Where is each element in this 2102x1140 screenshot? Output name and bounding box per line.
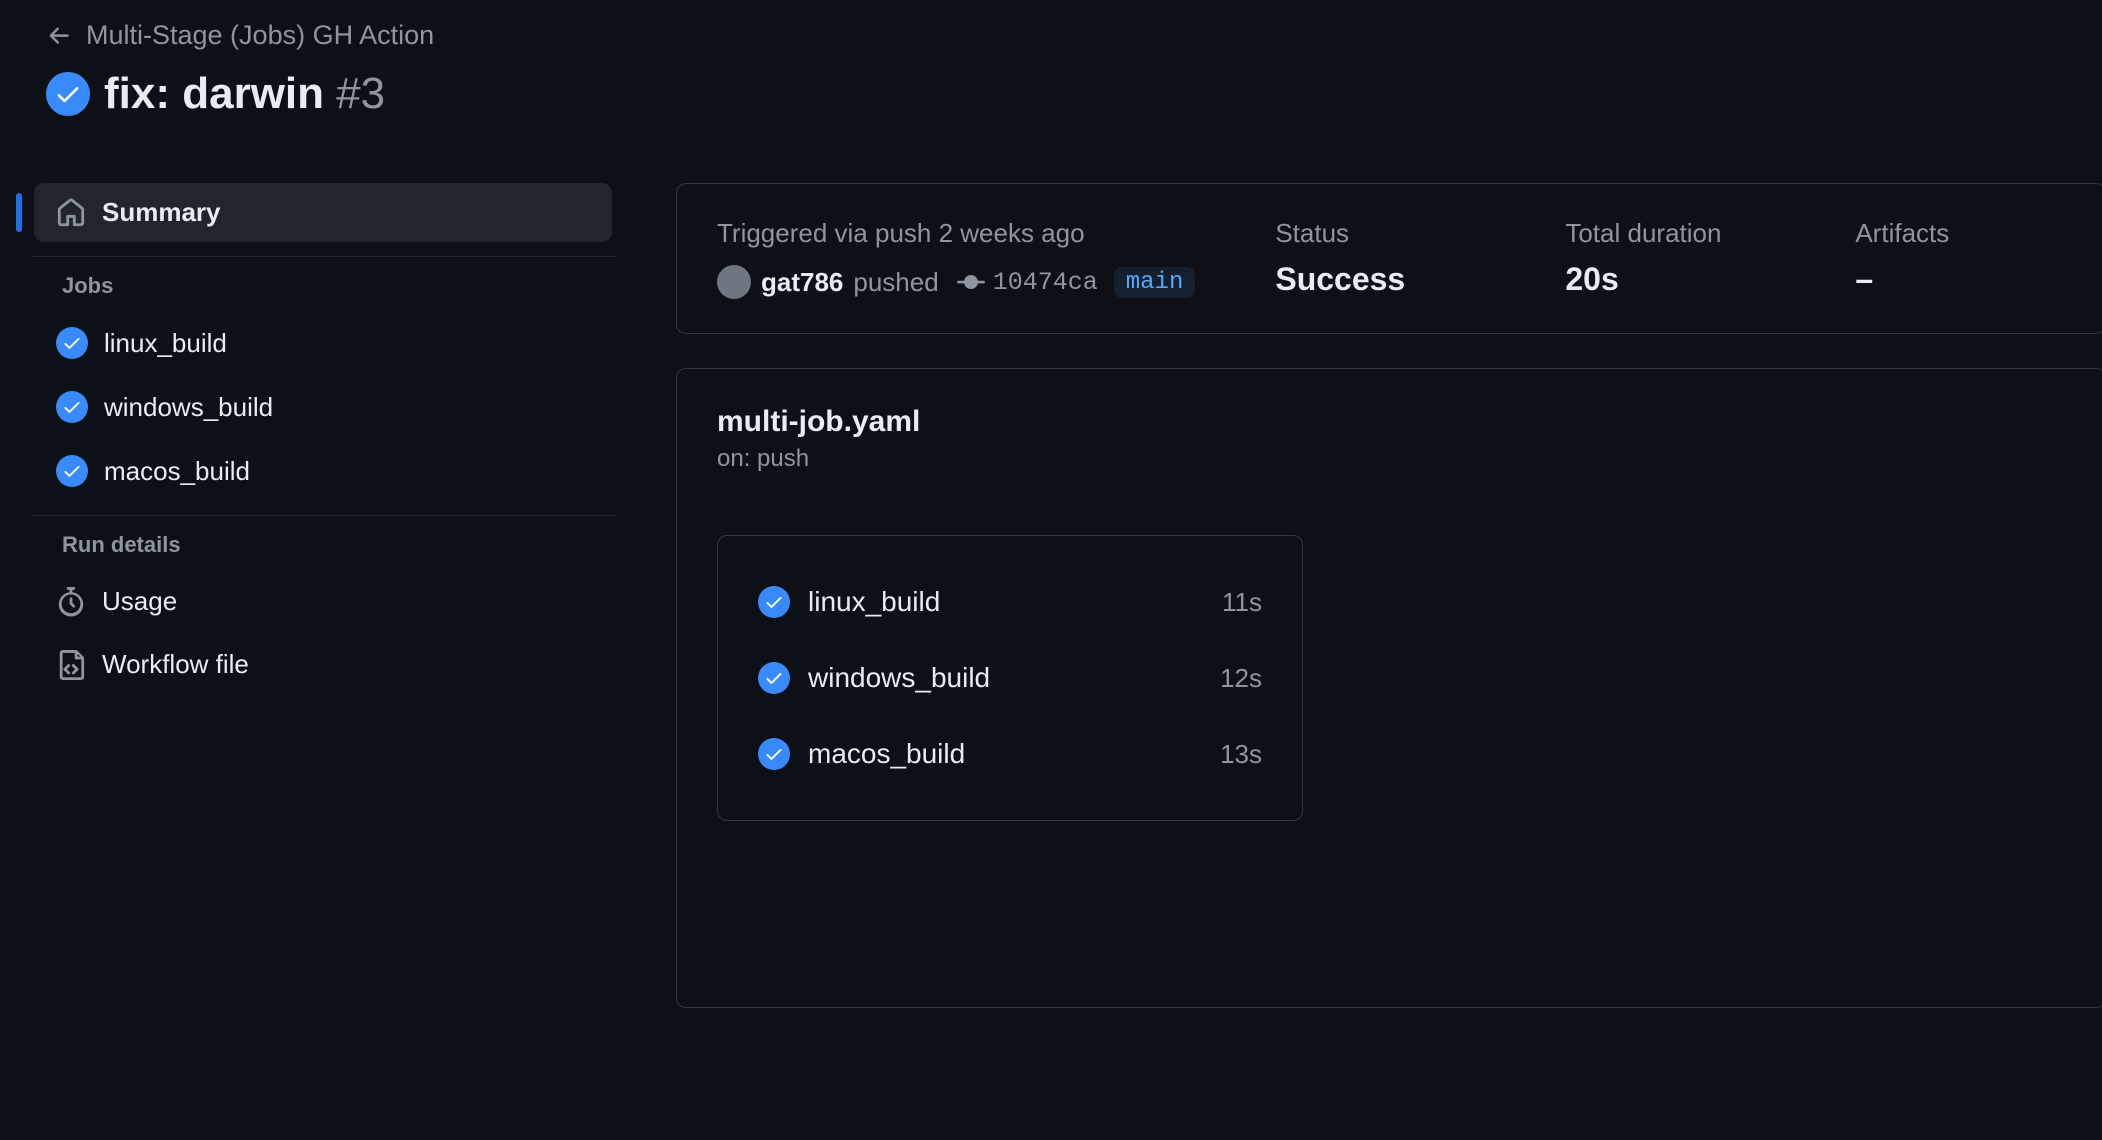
sidebar-summary-label: Summary: [102, 197, 221, 228]
home-icon: [56, 198, 86, 228]
commit-sha: 10474ca: [993, 268, 1098, 297]
commit-icon: [957, 268, 985, 296]
job-row-macos_build[interactable]: macos_build 13s: [718, 716, 1302, 792]
workflow-on: on: push: [717, 445, 2065, 473]
sidebar-usage[interactable]: Usage: [34, 572, 612, 631]
duration-label: Total duration: [1565, 218, 1775, 249]
avatar[interactable]: [717, 265, 751, 299]
duration-value: 20s: [1565, 261, 1775, 298]
status-value: Success: [1275, 261, 1485, 298]
job-duration: 13s: [1220, 739, 1262, 770]
stopwatch-icon: [56, 587, 86, 617]
status-success-icon: [56, 391, 88, 423]
sidebar-job-macos_build[interactable]: macos_build: [34, 441, 612, 501]
sidebar-job-label: windows_build: [104, 392, 273, 423]
sidebar-summary[interactable]: Summary: [34, 183, 612, 242]
job-name: linux_build: [808, 586, 1204, 618]
sidebar-workflow-file[interactable]: Workflow file: [34, 635, 612, 694]
status-success-icon: [758, 662, 790, 694]
jobs-heading: Jobs: [16, 257, 636, 313]
status-success-icon: [758, 738, 790, 770]
status-label: Status: [1275, 218, 1485, 249]
job-name: windows_build: [808, 662, 1202, 694]
status-success-icon: [46, 72, 90, 116]
sidebar-job-linux_build[interactable]: linux_build: [34, 313, 612, 373]
artifacts-label: Artifacts: [1855, 218, 2065, 249]
run-details-heading: Run details: [16, 516, 636, 572]
status-success-icon: [758, 586, 790, 618]
breadcrumb-workflow-name: Multi-Stage (Jobs) GH Action: [86, 20, 434, 51]
branch-badge[interactable]: main: [1114, 267, 1196, 298]
sidebar-job-label: linux_build: [104, 328, 227, 359]
job-name: macos_build: [808, 738, 1202, 770]
run-meta-panel: Triggered via push 2 weeks ago gat786 pu…: [676, 183, 2102, 334]
run-title-row: fix: darwin #3: [46, 69, 2056, 119]
job-card: linux_build 11s windows_build 12s macos_…: [717, 535, 1303, 821]
sidebar-job-windows_build[interactable]: windows_build: [34, 377, 612, 437]
status-success-icon: [56, 327, 88, 359]
triggered-text: Triggered via push 2 weeks ago: [717, 218, 1195, 249]
file-code-icon: [56, 650, 86, 680]
job-row-windows_build[interactable]: windows_build 12s: [718, 640, 1302, 716]
run-number: #3: [336, 69, 385, 118]
arrow-left-icon: [46, 23, 72, 49]
pushed-word: pushed: [853, 267, 938, 298]
sidebar-workflow-file-label: Workflow file: [102, 649, 249, 680]
sidebar-job-label: macos_build: [104, 456, 250, 487]
status-success-icon: [56, 455, 88, 487]
sidebar: Summary Jobs linux_build windows_build m…: [16, 147, 636, 1008]
job-duration: 11s: [1222, 587, 1262, 618]
workflow-panel: multi-job.yaml on: push linux_build 11s …: [676, 368, 2102, 1008]
artifacts-value: –: [1855, 261, 2065, 298]
author-link[interactable]: gat786: [761, 267, 843, 298]
job-row-linux_build[interactable]: linux_build 11s: [718, 564, 1302, 640]
run-title: fix: darwin: [104, 69, 324, 118]
breadcrumb[interactable]: Multi-Stage (Jobs) GH Action: [46, 20, 2056, 51]
workflow-file-name: multi-job.yaml: [717, 405, 2065, 439]
job-duration: 12s: [1220, 663, 1262, 694]
sidebar-usage-label: Usage: [102, 586, 177, 617]
commit-link[interactable]: 10474ca: [957, 268, 1098, 297]
